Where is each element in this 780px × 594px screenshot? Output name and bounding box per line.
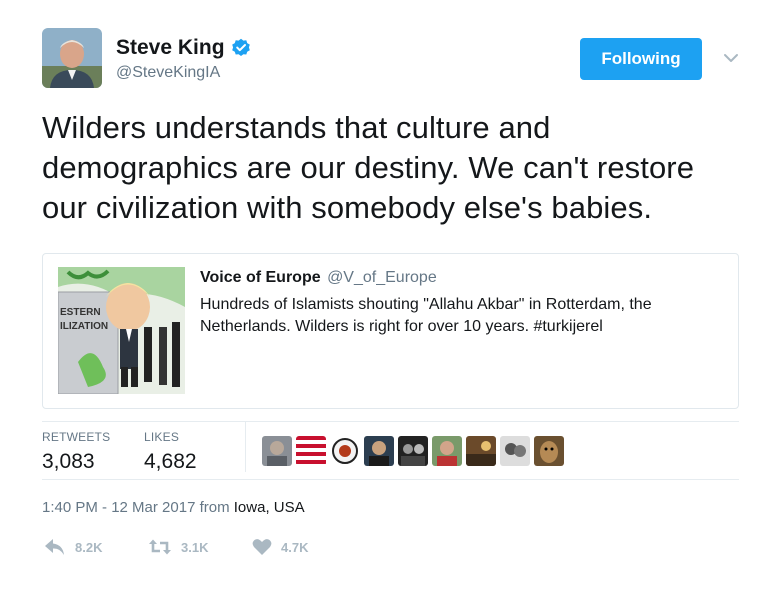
- author-avatar[interactable]: [42, 28, 102, 88]
- verified-badge-icon: [231, 38, 251, 58]
- liker-avatar[interactable]: [500, 436, 530, 466]
- like-count: 4.7K: [281, 539, 309, 555]
- stats-top-divider: [42, 421, 739, 422]
- liker-avatar[interactable]: [364, 436, 394, 466]
- author-name[interactable]: Steve King: [116, 36, 251, 60]
- reply-count: 8.2K: [75, 539, 103, 555]
- chevron-down-icon[interactable]: [720, 48, 742, 68]
- tweet-actions: 8.2K 3.1K 4.7K: [44, 538, 308, 556]
- timestamp-location[interactable]: Iowa, USA: [234, 499, 305, 516]
- heart-icon: [252, 538, 272, 556]
- likes-stat[interactable]: LIKES 4,682: [144, 430, 197, 474]
- tweet-timestamp: 1:40 PM - 12 Mar 2017 from Iowa, USA: [42, 499, 305, 516]
- liker-avatar[interactable]: [432, 436, 462, 466]
- quoted-author-name[interactable]: Voice of Europe: [200, 269, 321, 286]
- retweet-icon: [148, 538, 172, 556]
- liker-avatar[interactable]: [398, 436, 428, 466]
- retweet-button[interactable]: 3.1K: [148, 538, 252, 556]
- quoted-tweet-image[interactable]: ESTERN ILIZATION: [58, 267, 185, 394]
- liker-avatar[interactable]: [330, 436, 360, 466]
- stats-bottom-divider: [42, 479, 739, 480]
- likes-label: LIKES: [144, 430, 180, 444]
- quoted-tweet-header: Voice of Europe @V_of_Europe: [200, 269, 437, 287]
- stats-separator: [245, 422, 246, 472]
- likers-avatars: [262, 436, 564, 466]
- like-button[interactable]: 4.7K: [252, 538, 308, 556]
- liker-avatar[interactable]: [296, 436, 326, 466]
- author-handle[interactable]: @SteveKingIA: [116, 64, 220, 82]
- liker-avatar[interactable]: [534, 436, 564, 466]
- likes-value: 4,682: [144, 450, 197, 473]
- retweets-stat[interactable]: RETWEETS 3,083: [42, 430, 110, 474]
- liker-avatar[interactable]: [466, 436, 496, 466]
- timestamp-from: from: [199, 499, 230, 516]
- quoted-tweet-text: Hundreds of Islamists shouting "Allahu A…: [200, 296, 652, 335]
- liker-avatar[interactable]: [262, 436, 292, 466]
- retweet-count: 3.1K: [181, 539, 209, 555]
- quoted-author-handle[interactable]: @V_of_Europe: [327, 269, 437, 286]
- quoted-tweet[interactable]: ESTERN ILIZATION Voice of Europe @V_of_E…: [42, 253, 739, 409]
- author-name-text[interactable]: Steve King: [116, 36, 225, 60]
- following-button[interactable]: Following: [580, 38, 702, 80]
- tweet-text: Wilders understands that culture and dem…: [42, 110, 695, 225]
- reply-button[interactable]: 8.2K: [44, 538, 148, 556]
- retweets-label: RETWEETS: [42, 430, 111, 444]
- reply-icon: [44, 538, 66, 556]
- timestamp-time[interactable]: 1:40 PM - 12 Mar 2017: [42, 499, 195, 516]
- image-caption-line-2: ILIZATION: [60, 321, 108, 332]
- retweets-value: 3,083: [42, 450, 95, 473]
- image-caption-line-1: ESTERN: [60, 307, 101, 318]
